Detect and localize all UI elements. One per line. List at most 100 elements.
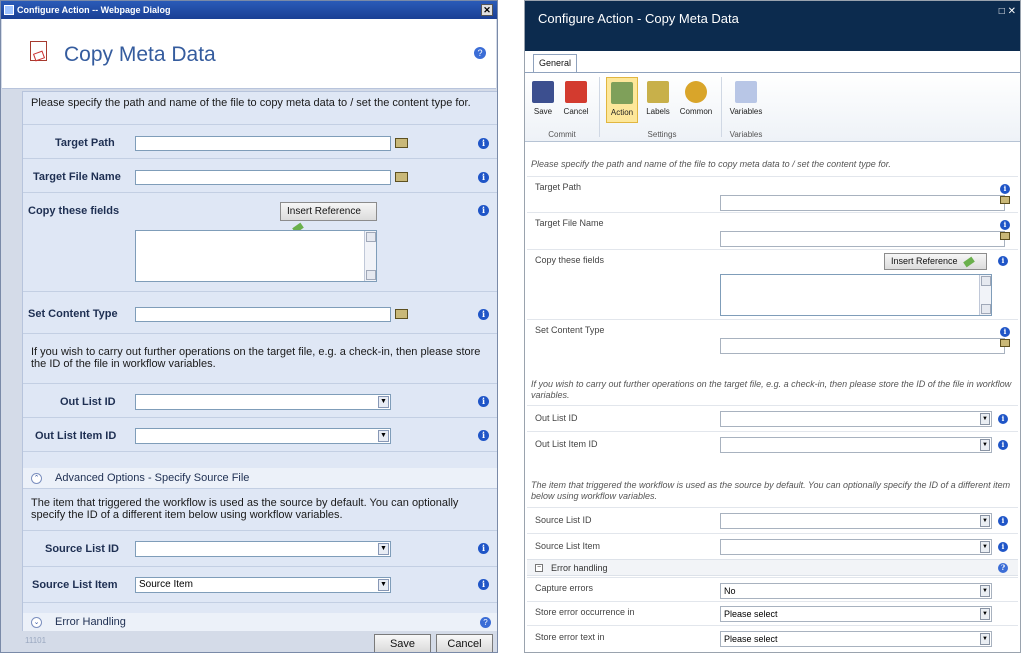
cancel-button[interactable]: Cancel — [436, 634, 493, 652]
store-error-text-label: Store error text in — [535, 632, 605, 642]
help-icon[interactable]: ? — [480, 617, 491, 628]
dropdown-arrow-icon[interactable]: ▼ — [980, 413, 990, 425]
capture-errors-select[interactable]: No ▼ — [720, 583, 992, 599]
scroll-up-icon[interactable] — [981, 276, 991, 286]
store-error-occurrence-select[interactable]: Please select ▼ — [720, 606, 992, 622]
scroll-up-icon[interactable] — [366, 232, 376, 242]
ribbon-action-button[interactable]: Action — [606, 77, 638, 123]
address-book-icon[interactable] — [395, 138, 408, 148]
scroll-down-icon[interactable] — [366, 270, 376, 280]
dropdown-arrow-icon[interactable]: ▼ — [980, 515, 990, 527]
out-list-item-id-select[interactable]: ▼ — [135, 428, 391, 444]
info-icon[interactable]: i — [478, 430, 489, 441]
source-list-id-select[interactable]: ▼ — [720, 513, 992, 529]
ribbon-variables-button[interactable]: Variables — [726, 77, 766, 123]
ribbon-common-button[interactable]: Common — [677, 77, 715, 123]
insert-reference-button[interactable]: Insert Reference — [884, 253, 987, 270]
info-icon[interactable]: i — [478, 396, 489, 407]
insert-reference-button[interactable]: Insert Reference — [280, 202, 377, 234]
ribbon-cancel-button[interactable]: Cancel — [561, 77, 591, 123]
dropdown-arrow-icon[interactable]: ▼ — [980, 585, 990, 597]
dropdown-arrow-icon[interactable]: ▼ — [378, 543, 389, 555]
dropdown-arrow-icon[interactable]: ▼ — [378, 396, 389, 408]
source-text-row: The item that triggered the workflow is … — [23, 489, 497, 531]
store-error-text-select[interactable]: Please select ▼ — [720, 631, 992, 647]
set-content-type-input[interactable] — [135, 307, 391, 322]
textarea-scrollbar[interactable] — [979, 275, 991, 315]
target-file-name-input[interactable] — [720, 231, 1005, 247]
source-list-id-select[interactable]: ▼ — [135, 541, 391, 557]
textarea-scrollbar[interactable] — [364, 231, 376, 281]
info-icon[interactable]: i — [478, 309, 489, 320]
info-icon[interactable]: i — [998, 256, 1008, 266]
target-path-input[interactable] — [720, 195, 1005, 211]
ribbon-labels-label: Labels — [646, 107, 670, 116]
out-list-item-id-select[interactable]: ▼ — [720, 437, 992, 453]
out-list-item-id-label: Out List Item ID — [35, 430, 117, 442]
ribbon-save-button[interactable]: Save — [531, 77, 555, 123]
info-icon[interactable]: i — [998, 414, 1008, 424]
copy-fields-row: Copy these fields Insert Reference i — [23, 193, 497, 292]
ribbon-labels-button[interactable]: Labels — [642, 77, 674, 123]
help-icon[interactable]: ? — [474, 47, 486, 59]
scroll-down-icon[interactable] — [981, 304, 991, 314]
error-handling-section[interactable]: − Error handling ? — [527, 559, 1018, 576]
dropdown-arrow-icon[interactable]: ▼ — [980, 541, 990, 553]
group-settings-label: Settings — [647, 130, 677, 139]
dropdown-arrow-icon[interactable]: ▼ — [378, 430, 389, 442]
address-book-icon[interactable] — [1000, 339, 1010, 347]
info-icon[interactable]: i — [998, 542, 1008, 552]
out-list-id-label: Out List ID — [535, 413, 578, 423]
info-icon[interactable]: i — [1000, 327, 1010, 337]
collapse-icon[interactable]: − — [535, 564, 543, 572]
copy-fields-textarea[interactable] — [720, 274, 992, 316]
pdf-document-icon — [30, 41, 47, 61]
dropdown-arrow-icon[interactable]: ▼ — [980, 633, 990, 645]
address-book-icon[interactable] — [1000, 196, 1010, 204]
info-icon[interactable]: i — [478, 138, 489, 149]
dropdown-arrow-icon[interactable]: ▼ — [980, 608, 990, 620]
window-controls-icon[interactable]: □ ✕ — [999, 6, 1016, 17]
help-icon[interactable]: ? — [998, 563, 1008, 573]
out-list-id-select[interactable]: ▼ — [720, 411, 992, 427]
target-path-input[interactable] — [135, 136, 391, 151]
dropdown-arrow-icon[interactable]: ▼ — [378, 579, 389, 591]
dropdown-arrow-icon[interactable]: ▼ — [980, 439, 990, 451]
set-content-type-label: Set Content Type — [535, 325, 605, 335]
error-handling-section[interactable]: ⌄ Error Handling ? — [23, 613, 497, 632]
copy-fields-textarea[interactable] — [135, 230, 377, 282]
address-book-icon[interactable] — [395, 309, 408, 319]
source-list-id-label: Source List ID — [535, 515, 592, 525]
save-button[interactable]: Save — [374, 634, 431, 652]
chevron-up-icon[interactable]: ⌃ — [31, 473, 42, 484]
description-text: Please specify the path and name of the … — [31, 97, 471, 109]
advanced-options-section[interactable]: ⌃ Advanced Options - Specify Source File — [23, 468, 497, 489]
save-icon — [532, 81, 554, 103]
classic-dialog: Configure Action -- Webpage Dialog ✕ Cop… — [0, 0, 498, 653]
ribbon-toolbar: Save Cancel Action Labels Common Variabl… — [525, 72, 1020, 142]
info-icon[interactable]: i — [478, 579, 489, 590]
target-file-name-row: Target File Name i — [23, 159, 497, 193]
source-list-item-select[interactable]: Source Item ▼ — [135, 577, 391, 593]
address-book-icon[interactable] — [395, 172, 408, 182]
version-label: 11101 — [25, 636, 47, 645]
info-icon[interactable]: i — [478, 205, 489, 216]
info-icon[interactable]: i — [998, 516, 1008, 526]
pen-icon — [962, 256, 975, 267]
chevron-down-icon[interactable]: ⌄ — [31, 617, 42, 628]
info-icon[interactable]: i — [478, 543, 489, 554]
copy-fields-label: Copy these fields — [28, 205, 120, 217]
info-icon[interactable]: i — [998, 440, 1008, 450]
out-list-id-select[interactable]: ▼ — [135, 394, 391, 410]
info-icon[interactable]: i — [1000, 184, 1010, 194]
info-icon[interactable]: i — [1000, 220, 1010, 230]
tab-general[interactable]: General — [533, 54, 577, 72]
close-icon[interactable]: ✕ — [481, 4, 493, 16]
set-content-type-input[interactable] — [720, 338, 1005, 354]
source-list-item-select[interactable]: ▼ — [720, 539, 992, 555]
info-icon[interactable]: i — [478, 172, 489, 183]
address-book-icon[interactable] — [1000, 232, 1010, 240]
target-file-name-input[interactable] — [135, 170, 391, 185]
capture-errors-label: Capture errors — [535, 583, 594, 593]
source-list-item-row: Source List Item Source Item ▼ i — [23, 567, 497, 603]
